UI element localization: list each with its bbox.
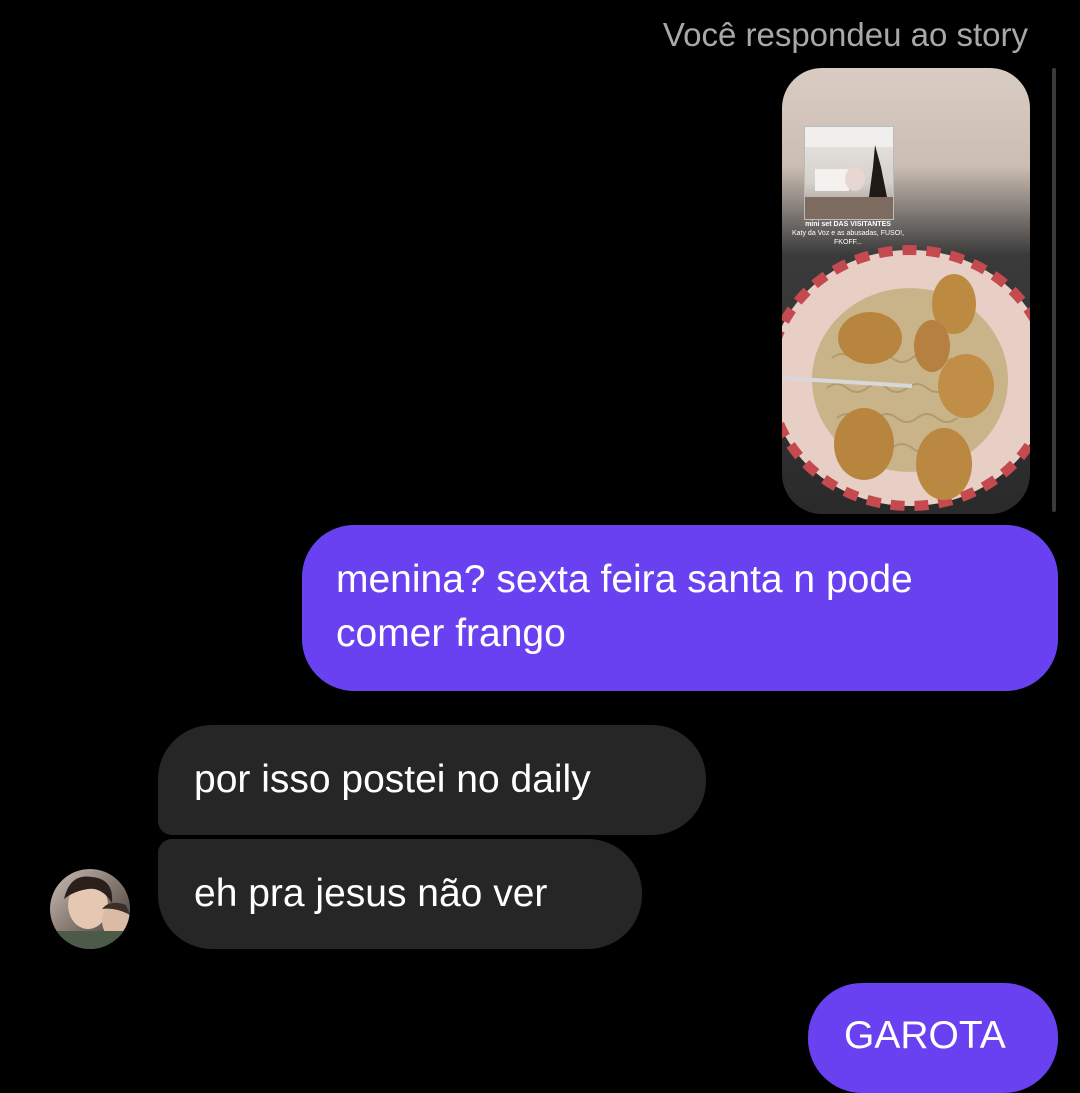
profile-photo-icon [50, 876, 130, 949]
message-bubble-outgoing[interactable]: menina? sexta feira santa n pode comer f… [302, 525, 1058, 691]
food-plate-image [782, 245, 1030, 511]
scroll-indicator[interactable] [1052, 68, 1056, 512]
message-bubble-incoming[interactable]: eh pra jesus não ver [158, 839, 642, 949]
story-preview-card[interactable]: mini set DAS VISITANTES Katy da Voz e as… [782, 68, 1030, 514]
shared-post-thumbnail [804, 126, 894, 220]
contact-avatar[interactable] [50, 869, 130, 949]
message-bubble-outgoing[interactable]: GAROTA [808, 983, 1058, 1093]
message-bubble-incoming[interactable]: por isso postei no daily [158, 725, 706, 835]
story-reply-caption: Você respondeu ao story [662, 16, 1028, 53]
shared-post-title: mini set DAS VISITANTES [805, 221, 891, 228]
